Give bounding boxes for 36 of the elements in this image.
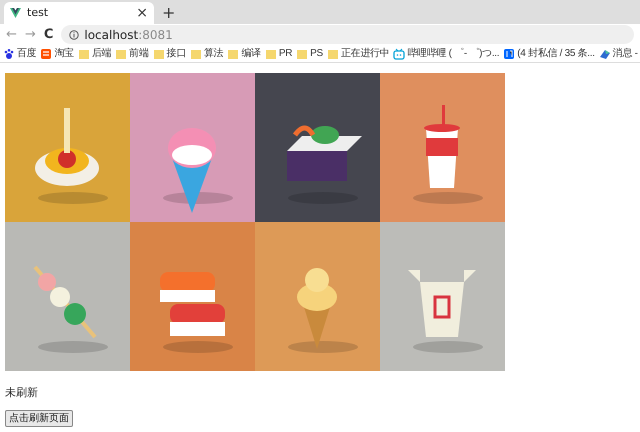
- browser-tab[interactable]: test ×: [4, 2, 154, 24]
- tab-title: test: [27, 4, 50, 21]
- folder-icon: [264, 48, 277, 60]
- taobao-icon: [40, 48, 52, 60]
- bookmark-link[interactable]: 百度: [3, 46, 36, 61]
- refresh-button[interactable]: 点击刷新页面: [5, 410, 73, 426]
- bookmark-link[interactable]: 编译: [227, 46, 261, 61]
- bookmark-link[interactable]: 淘宝: [40, 46, 74, 61]
- bookmark-link[interactable]: 算法: [190, 46, 224, 61]
- folder-icon: [227, 48, 240, 60]
- paw-icon: [3, 48, 15, 60]
- folder-icon: [190, 48, 202, 60]
- logo-icon: [10, 8, 21, 18]
- new-tab-button[interactable]: +: [154, 5, 184, 24]
- bookmark-link[interactable]: 后端: [78, 46, 112, 61]
- status-text: 未刷新: [5, 385, 39, 401]
- reload-button[interactable]: C: [44, 28, 54, 41]
- bookmark-link[interactable]: 正在进行中: [326, 46, 390, 61]
- folder-icon: [326, 48, 339, 60]
- bookmark-link[interactable]: PS: [296, 46, 323, 61]
- address-text: localhost:8081: [84, 26, 173, 44]
- info-icon: [69, 30, 80, 40]
- tv-icon: [393, 48, 406, 60]
- bookmark-link[interactable]: 哔哩哔哩 ( ゜- ゜)つ...: [393, 46, 500, 61]
- bookmark-link[interactable]: PR: [264, 46, 292, 61]
- bookmark-link[interactable]: 接口: [152, 46, 186, 61]
- bookmark-link[interactable]: 前端: [115, 46, 149, 61]
- folder-icon: [78, 48, 90, 60]
- address-bar[interactable]: localhost:8081: [61, 25, 634, 44]
- close-button[interactable]: ×: [136, 6, 148, 20]
- bookmark-link[interactable]: 消息 -: [598, 46, 638, 61]
- folder-icon: [152, 48, 165, 60]
- bird-icon: [598, 48, 611, 60]
- folder-icon: [296, 48, 308, 60]
- folder-icon: [115, 48, 128, 60]
- bookmark-link[interactable]: (4 封私信 / 35 条...: [503, 46, 595, 61]
